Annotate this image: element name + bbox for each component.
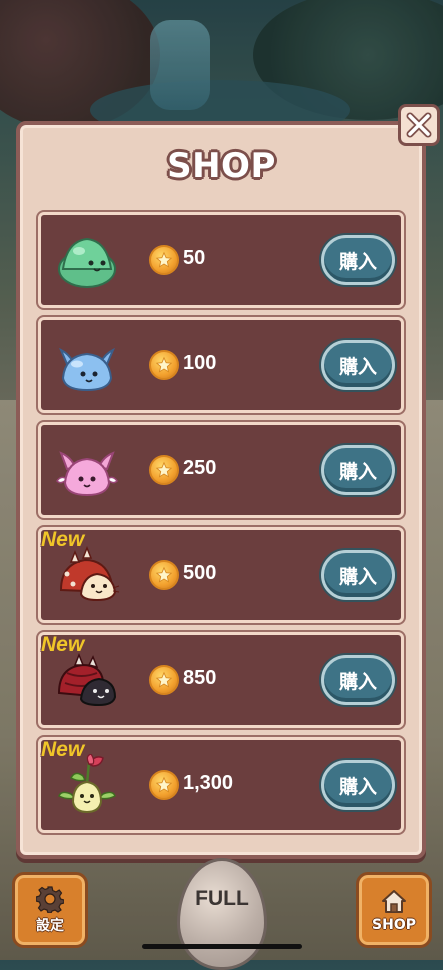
close-icon [406, 112, 432, 138]
buy-button[interactable]: 購入 [321, 760, 395, 810]
home-indicator [142, 944, 302, 949]
shop-title: SHOP [167, 146, 276, 186]
item-price: 50 [183, 247, 206, 269]
pink-slime-icon [56, 451, 118, 497]
egg-status-label: FULL [195, 887, 249, 910]
item-price: 1,300 [183, 772, 234, 794]
gear-icon [36, 885, 64, 913]
coin-icon [149, 245, 179, 275]
coin-icon [149, 560, 179, 590]
shop-item-row: 50 購入 [38, 212, 404, 308]
buy-button[interactable]: 購入 [321, 550, 395, 600]
shop-nav-button[interactable]: SHOP [356, 872, 432, 948]
shop-item-row: 250 購入 [38, 422, 404, 518]
coin-icon [149, 665, 179, 695]
buy-button[interactable]: 購入 [321, 235, 395, 285]
buy-button[interactable]: 購入 [321, 655, 395, 705]
green-slime-icon [58, 237, 116, 288]
coin-icon [149, 350, 179, 380]
blue-slime-icon [59, 347, 115, 392]
shop-nav-label: SHOP [372, 917, 416, 933]
shop-item-row: New 850 購入 [38, 632, 404, 728]
item-price: 100 [183, 352, 217, 374]
item-price: 500 [183, 562, 217, 584]
house-icon [380, 887, 408, 915]
flower-sprout-creature-icon [58, 754, 116, 814]
settings-label: 設定 [36, 918, 64, 934]
item-price: 250 [183, 457, 217, 479]
red-hood-cat-slime-icon [59, 545, 120, 602]
buy-button[interactable]: 購入 [321, 445, 395, 495]
settings-button[interactable]: 設定 [12, 872, 88, 948]
buy-button[interactable]: 購入 [321, 340, 395, 390]
shop-item-row: New 500 購入 [38, 527, 404, 623]
dark-beetle-slime-icon [57, 652, 117, 707]
close-button[interactable] [398, 104, 440, 146]
coin-icon [149, 770, 179, 800]
coin-icon [149, 455, 179, 485]
shop-item-row: New 1,300 購入 [38, 737, 404, 833]
item-price: 850 [183, 667, 217, 689]
shop-item-row: 100 購入 [38, 317, 404, 413]
